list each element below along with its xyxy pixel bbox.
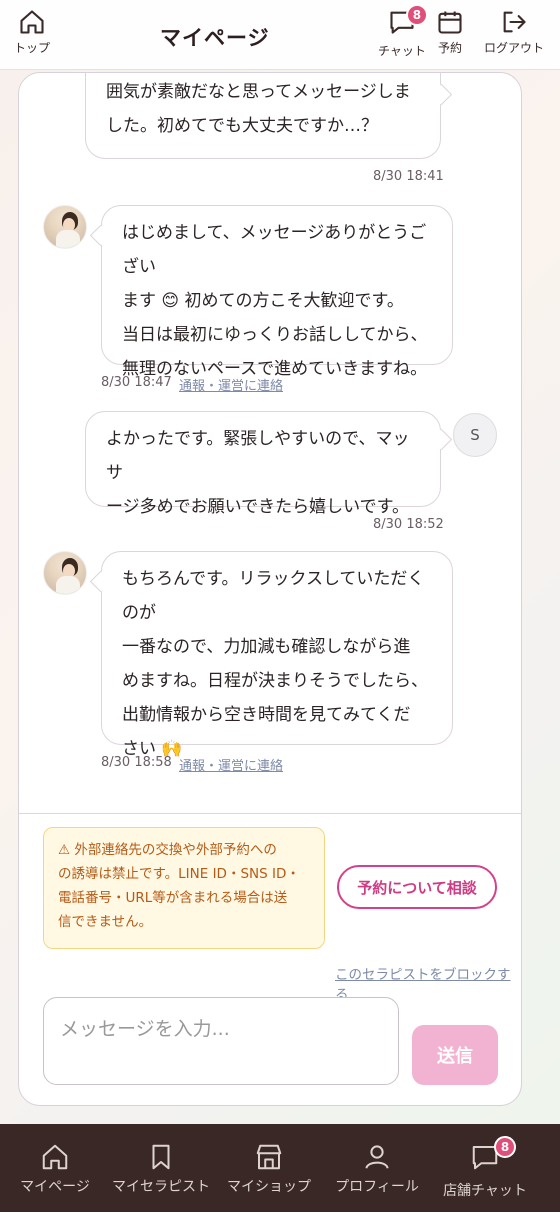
therapist-message-bubble: もちろんです。リラックスしていただくのが 一番なので、力加減も確認しながら進 め… [101,551,453,759]
user-message-bubble: よかったです。緊張しやすいので、マッサ ージ多めでお願いできたら嬉しいです。 [85,411,441,517]
message-line: 囲気が素敵だなと思ってメッセージしま [106,82,411,102]
chat-nav-label: チャット [378,44,426,58]
chat-nav-button[interactable]: 8 チャット [378,4,428,59]
therapist-avatar[interactable] [43,551,87,595]
report-link[interactable]: 通報・運営に連絡 [179,755,283,774]
warning-line: 電話番号・URL等が含まれる場合は送 [58,890,288,906]
nav-mypage[interactable]: マイページ [0,1142,110,1196]
warning-notice: ⚠ 外部連絡先の交換や外部予約への の誘導は禁止です。LINE ID・SNS I… [43,827,325,949]
divider [19,813,521,814]
therapist-avatar[interactable] [43,205,87,249]
reservation-consult-button[interactable]: 予約について相談 [337,865,497,909]
chat-card: 囲気が素敵だなと思ってメッセージしま した。初めてでも大丈夫ですか…？ 8/30… [18,72,522,1106]
nav-profile[interactable]: プロフィール [322,1142,432,1196]
nav-my-shop[interactable]: マイショップ [214,1142,324,1196]
message-list[interactable]: 囲気が素敵だなと思ってメッセージしま した。初めてでも大丈夫ですか…？ 8/30… [19,73,521,813]
nav-my-therapist[interactable]: マイセラピスト [106,1142,216,1196]
send-button[interactable]: 送信 [412,1025,498,1085]
report-link[interactable]: 通報・運営に連絡 [179,375,283,394]
message-input[interactable] [43,997,399,1085]
top-nav-button[interactable]: トップ [14,8,50,56]
nav-shop-chat[interactable]: 8 店舗チャット [430,1136,540,1200]
nav-profile-label: プロフィール [335,1179,419,1195]
nav-mypage-label: マイページ [20,1179,90,1195]
message-time: 8/30 18:52 [373,517,444,532]
user-message-bubble: 囲気が素敵だなと思ってメッセージしま した。初めてでも大丈夫ですか…？ [85,73,441,159]
bookmark-icon [152,1144,170,1170]
page-title: マイページ [160,26,270,50]
message-line: はじめまして、メッセージありがとうござい [122,223,427,277]
message-line: めますね。日程が決まりそうでしたら、 [122,671,428,691]
warning-line: 信できません。 [58,914,153,930]
message-line: もちろんです。リラックスしていただくのが [122,569,425,623]
reservation-nav-button[interactable]: 予約 [436,8,464,56]
home-icon [42,1144,68,1170]
message-line: 出勤情報から空き時間を見てみてくだ [122,705,411,725]
message-line: 一番なので、力加減も確認しながら進 [122,637,411,657]
logout-nav-button[interactable]: ログアウト [484,8,544,56]
message-line: よかったです。緊張しやすいので、マッサ [106,429,410,483]
calendar-icon [438,11,462,34]
nav-my-shop-label: マイショップ [227,1179,311,1195]
message-time: 8/30 18:41 [373,169,444,184]
message-time: 8/30 18:58 [101,755,172,770]
logout-icon [503,11,526,33]
top-nav-label: トップ [14,41,51,55]
logout-nav-label: ログアウト [484,41,545,55]
message-line: ます 😊 初めての方こそ大歓迎です。 [122,291,404,311]
shop-chat-badge: 8 [494,1136,516,1158]
nav-shop-chat-label: 店舗チャット [443,1183,527,1199]
bottom-nav: マイページ マイセラピスト マイショップ プロフィール 8 店舗チャット [0,1124,560,1212]
user-icon [365,1145,389,1169]
warning-line: ⚠ 外部連絡先の交換や外部予約への [58,842,277,858]
shop-icon [256,1144,282,1170]
therapist-message-bubble: はじめまして、メッセージありがとうござい ます 😊 初めての方こそ大歓迎です。 … [101,205,453,379]
chat-badge: 8 [405,4,428,26]
user-avatar[interactable]: S [453,413,497,457]
message-time: 8/30 18:47 [101,375,172,390]
warning-line: の誘導は禁止です。LINE ID・SNS ID・ [58,866,300,882]
home-icon [20,10,44,34]
message-line: した。初めてでも大丈夫ですか…？ [106,116,378,136]
reservation-nav-label: 予約 [437,41,462,55]
nav-my-therapist-label: マイセラピスト [112,1179,210,1195]
message-line: 当日は最初にゆっくりお話ししてから、 [122,325,428,345]
top-header: トップ マイページ 8 チャット 予約 ログアウト [0,0,560,70]
